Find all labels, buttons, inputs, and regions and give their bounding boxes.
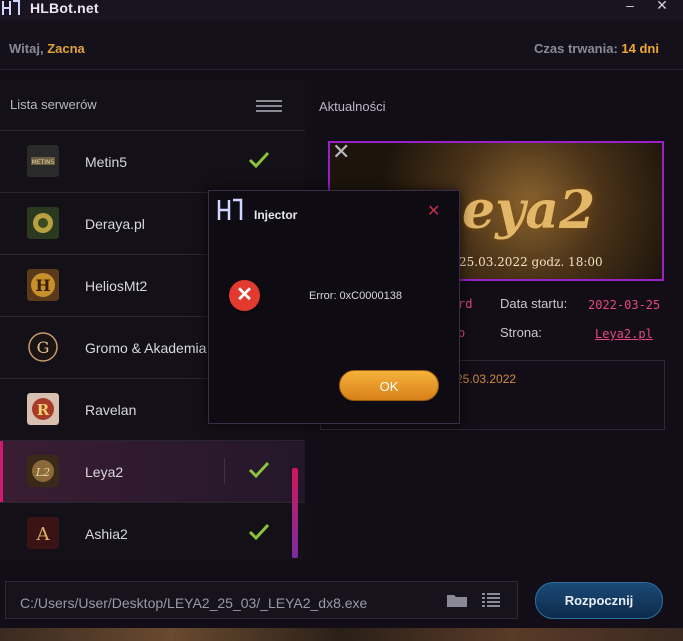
duration-value: 14 dni xyxy=(621,41,659,56)
ashia2-icon: A xyxy=(27,517,59,549)
hlbot-logo-icon xyxy=(2,0,20,15)
check-icon xyxy=(248,151,270,169)
error-message: Error: 0xC0000138 xyxy=(309,290,402,302)
path-value: C:/Users/User/Desktop/LEYA2_25_03/_LEYA2… xyxy=(20,595,368,611)
server-list-scrollbar[interactable] xyxy=(292,468,298,558)
dialog-title: Injector xyxy=(254,208,298,222)
server-item-leya2[interactable]: L2 Leya2 xyxy=(0,440,305,503)
site-label: Strona: xyxy=(500,325,542,340)
start-date-label: Data startu: xyxy=(500,296,568,311)
injector-logo-icon xyxy=(217,198,243,220)
minimize-button[interactable]: – xyxy=(620,0,640,14)
user-name: Zacna xyxy=(47,41,85,56)
server-item-metin5[interactable]: METIN5 Metin5 xyxy=(0,130,305,193)
start-date-value: 2022-03-25 xyxy=(588,298,661,312)
banner-logo-text: eya2 xyxy=(462,180,596,241)
partial-value-1: rd xyxy=(458,297,473,311)
svg-text:METIN5: METIN5 xyxy=(32,159,55,166)
heliosmt2-icon: H xyxy=(27,269,59,301)
server-name: Gromo & Akademia xyxy=(85,340,207,356)
news-date: 25.03.2022 xyxy=(456,372,517,386)
welcome-text: Witaj, Zacna xyxy=(9,41,85,56)
svg-text:R: R xyxy=(37,401,50,419)
deraya-icon xyxy=(27,207,59,239)
duration-label: Czas trwania: xyxy=(533,41,618,56)
banner-date: 25.03.2022 godz. 18:00 xyxy=(459,255,603,269)
svg-text:H: H xyxy=(35,276,50,295)
server-name: Deraya.pl xyxy=(85,216,145,232)
server-item-ashia2[interactable]: A Ashia2 xyxy=(0,502,305,565)
dialog-close-icon[interactable]: ✕ xyxy=(427,201,440,221)
app-title: HLBot.net xyxy=(30,0,99,16)
close-window-button[interactable]: ✕ xyxy=(652,0,672,14)
background-strip xyxy=(0,628,683,641)
folder-icon[interactable] xyxy=(447,593,467,607)
gromo-icon: G xyxy=(28,332,58,362)
svg-text:G: G xyxy=(37,338,50,357)
server-name: Metin5 xyxy=(85,154,128,170)
welcome-prefix: Witaj, xyxy=(9,41,44,56)
list-icon[interactable] xyxy=(482,593,500,607)
ok-button[interactable]: OK xyxy=(339,370,439,401)
svg-text:A: A xyxy=(36,524,51,545)
svg-text:L2: L2 xyxy=(35,466,50,479)
leya2-icon: L2 xyxy=(27,455,59,487)
server-list-heading: Lista serwerów xyxy=(10,97,97,112)
menu-icon[interactable] xyxy=(256,100,282,112)
server-name: Ashia2 xyxy=(85,526,128,542)
start-button[interactable]: Rozpocznij xyxy=(535,582,663,619)
check-icon xyxy=(248,461,270,479)
server-name: Leya2 xyxy=(85,464,124,480)
server-name: Ravelan xyxy=(85,402,137,418)
subscription-duration: Czas trwania: 14 dni xyxy=(534,41,659,56)
title-bar: HLBot.net – ✕ xyxy=(0,0,683,20)
check-icon xyxy=(248,523,270,541)
news-heading: Aktualności xyxy=(319,99,386,114)
separator xyxy=(224,458,225,484)
error-icon: ✕ xyxy=(229,280,260,311)
ravelan-icon: R xyxy=(27,393,59,425)
site-link[interactable]: Leya2.pl xyxy=(595,327,653,341)
server-name: HeliosMt2 xyxy=(85,278,148,294)
metin5-icon: METIN5 xyxy=(27,145,59,177)
banner-close-icon[interactable]: ✕ xyxy=(332,141,350,163)
